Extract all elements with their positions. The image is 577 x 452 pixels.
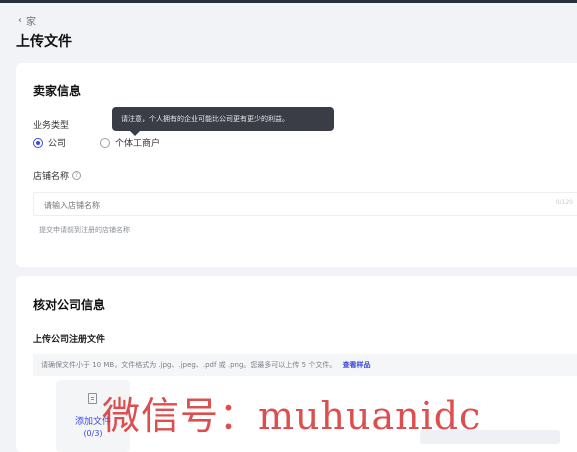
radio-company[interactable]: 公司: [33, 136, 66, 149]
radio-unchecked-icon[interactable]: [100, 137, 111, 148]
business-type-label: 业务类型: [33, 121, 70, 131]
file-upload-icon: [88, 393, 97, 404]
radio-checked-icon[interactable]: [33, 137, 43, 148]
seller-section-title: 卖家信息: [33, 84, 82, 98]
watermark-text: 微信号：muhuanidc: [102, 394, 482, 438]
store-name-input[interactable]: [34, 193, 526, 218]
business-type-radio-group: 公司 个体工商户: [33, 136, 194, 149]
help-circle-icon[interactable]: ?: [72, 171, 82, 180]
store-name-hint: 提交申请前到注册的店铺名称: [39, 226, 130, 234]
view-sample-link[interactable]: 查看样品: [343, 361, 371, 369]
business-type-tooltip: 请注意，个人拥有的企业可能比公司更有更少的利益。: [112, 107, 334, 131]
store-name-counter: 0/120: [555, 199, 573, 206]
upload-notice-text: 请确保文件小于 10 MB，文件格式为 .jpg、.jpeg、.pdf 或 .p…: [41, 361, 337, 369]
upload-docs-label: 上传公司注册文件: [33, 335, 106, 345]
company-section-title: 核对公司信息: [33, 298, 106, 312]
back-link[interactable]: ‹ 家: [18, 13, 36, 28]
radio-individual-label: 个体工商户: [115, 139, 161, 149]
seller-info-card: 卖家信息 业务类型 公司 个体工商户 请注意，个人拥有的企业可能比公司更有更少的…: [16, 63, 577, 267]
store-name-label-row: 店铺名称 ?: [33, 169, 82, 182]
store-name-label: 店铺名称: [33, 172, 70, 182]
chevron-left-icon: ‹: [18, 14, 22, 26]
page-title: 上传文件: [16, 34, 72, 50]
store-name-field[interactable]: 0/120: [33, 192, 577, 218]
radio-company-label: 公司: [48, 139, 67, 149]
upload-notice: 请确保文件小于 10 MB，文件格式为 .jpg、.jpeg、.pdf 或 .p…: [33, 354, 577, 376]
top-edge-bar: [0, 0, 577, 3]
tooltip-arrow: [130, 131, 140, 136]
back-link-label: 家: [26, 17, 36, 28]
radio-individual[interactable]: 个体工商户: [100, 136, 160, 149]
